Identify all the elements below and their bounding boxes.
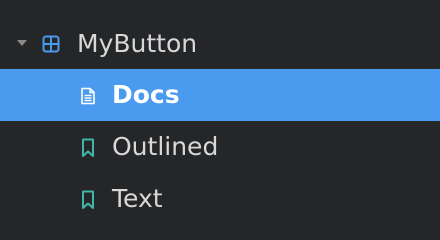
tree-item-outlined[interactable]: Outlined — [0, 121, 440, 173]
tree-item-mybutton[interactable]: MyButton — [0, 18, 440, 70]
bookmark-icon — [82, 138, 94, 157]
tree-item-label: Text — [112, 184, 163, 213]
tree-item-docs[interactable]: Docs — [0, 69, 440, 121]
bookmark-icon — [82, 190, 94, 209]
tree-item-label: Docs — [112, 80, 180, 109]
tree-item-text[interactable]: Text — [0, 173, 440, 225]
tree-item-label: MyButton — [77, 29, 198, 58]
tree-item-label: Outlined — [112, 132, 219, 161]
component-icon — [42, 35, 60, 53]
document-icon — [81, 87, 95, 105]
storybook-tree: MyButton Docs Outlined Text — [0, 0, 440, 240]
caret-down-icon[interactable] — [17, 40, 27, 46]
